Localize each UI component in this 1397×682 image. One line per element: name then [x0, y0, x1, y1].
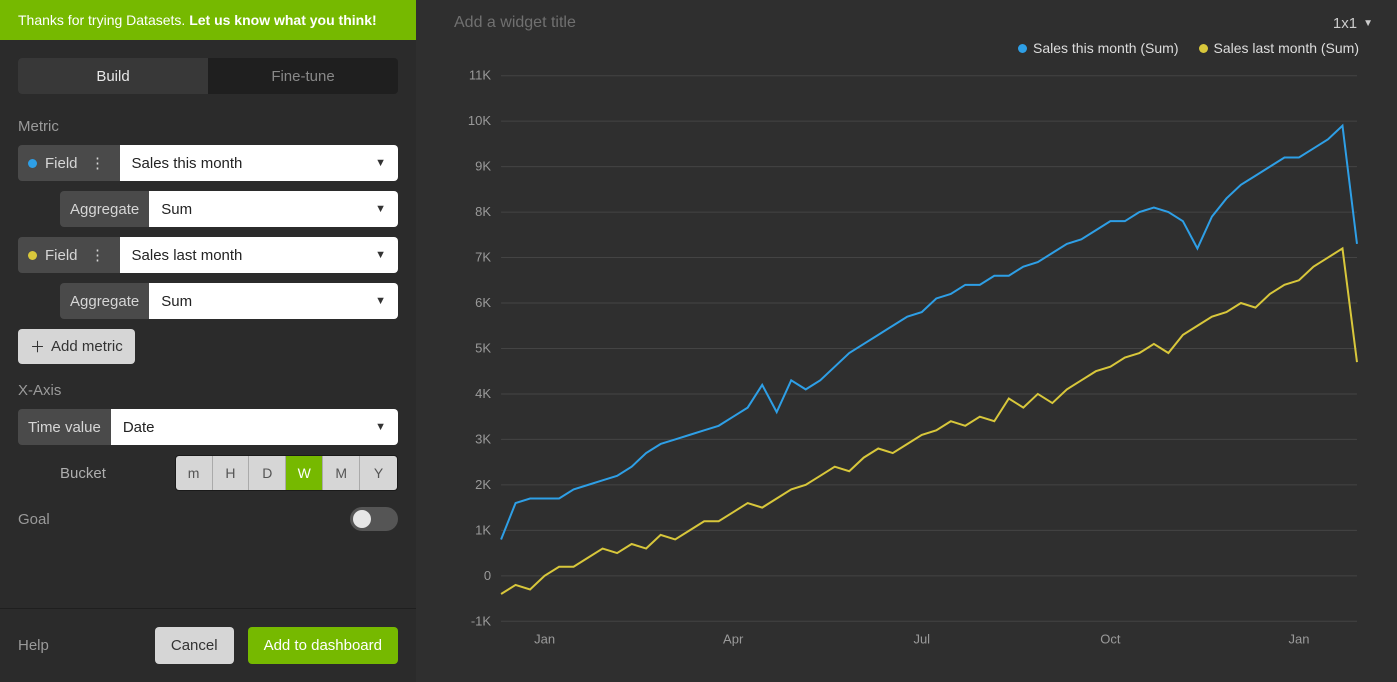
widget-size-value: 1x1 [1333, 15, 1357, 32]
metric-1-aggregate-value: Sum [161, 201, 192, 218]
widget-title-input[interactable]: Add a widget title [454, 14, 576, 32]
chevron-down-icon: ▼ [375, 295, 386, 307]
xaxis-field-value: Date [123, 419, 155, 436]
svg-text:5K: 5K [475, 340, 491, 355]
aggregate-tag: Aggregate [60, 191, 149, 227]
chevron-down-icon: ▼ [375, 421, 386, 433]
svg-text:Oct: Oct [1100, 631, 1121, 646]
legend-label: Sales last month (Sum) [1214, 40, 1360, 56]
chevron-down-icon: ▼ [375, 249, 386, 261]
cancel-button[interactable]: Cancel [155, 627, 234, 664]
banner-text: Thanks for trying Datasets. [18, 12, 189, 28]
svg-text:4K: 4K [475, 386, 491, 401]
svg-text:3K: 3K [475, 431, 491, 446]
tab-finetune[interactable]: Fine-tune [208, 58, 398, 94]
metric-section-label: Metric [18, 118, 398, 135]
metric-2-aggregate-value: Sum [161, 293, 192, 310]
more-icon[interactable]: ⋮ [86, 154, 110, 172]
aggregate-tag: Aggregate [60, 283, 149, 319]
plus-icon: ＋ [30, 336, 45, 357]
xaxis-field-select[interactable]: Date ▼ [111, 409, 398, 445]
legend-label: Sales this month (Sum) [1033, 40, 1179, 56]
help-link[interactable]: Help [18, 637, 49, 654]
metric-2-field-row: Field ⋮ Sales last month ▼ [18, 237, 398, 273]
chart-legend: Sales this month (Sum) Sales last month (… [416, 40, 1397, 60]
chevron-down-icon: ▼ [375, 157, 386, 169]
legend-swatch [1199, 44, 1208, 53]
svg-text:6K: 6K [475, 295, 491, 310]
xaxis-section-label: X-Axis [18, 382, 398, 399]
bucket-option-m[interactable]: m [176, 456, 213, 490]
metric-2-field-value: Sales last month [132, 247, 243, 264]
svg-text:Jan: Jan [1288, 631, 1309, 646]
legend-item: Sales last month (Sum) [1199, 40, 1360, 56]
goal-row: Goal [18, 507, 398, 531]
svg-text:Jan: Jan [534, 631, 555, 646]
svg-text:7K: 7K [475, 250, 491, 265]
svg-text:0: 0 [484, 568, 491, 583]
metric-1-field-row: Field ⋮ Sales this month ▼ [18, 145, 398, 181]
time-value-tag: Time value [18, 409, 111, 445]
svg-text:Apr: Apr [723, 631, 744, 646]
metric-1-aggregate-select[interactable]: Sum ▼ [149, 191, 398, 227]
toggle-knob [353, 510, 371, 528]
metric-1-field-select[interactable]: Sales this month ▼ [120, 145, 398, 181]
metric-1-aggregate-row: Aggregate Sum ▼ [18, 191, 398, 227]
metric-2-field-select[interactable]: Sales last month ▼ [120, 237, 398, 273]
metric-1-field-value: Sales this month [132, 155, 243, 172]
bucket-option-W[interactable]: W [286, 456, 323, 490]
svg-text:1K: 1K [475, 522, 491, 537]
metric-2-color-dot [28, 251, 37, 260]
add-metric-label: Add metric [51, 338, 123, 355]
svg-text:9K: 9K [475, 159, 491, 174]
sidebar-footer: Help Cancel Add to dashboard [0, 608, 416, 682]
metric-1-field-tag[interactable]: Field ⋮ [18, 145, 120, 181]
bucket-option-Y[interactable]: Y [360, 456, 397, 490]
field-label: Field [45, 155, 78, 172]
bucket-option-H[interactable]: H [213, 456, 250, 490]
line-chart: -1K 0 1K 2K 3K 4K 5K 6K 7K 8K 9K 10K 11K Jan Apr Jul Oct… [446, 60, 1367, 662]
svg-text:11K: 11K [469, 68, 491, 83]
chevron-down-icon: ▼ [1363, 18, 1373, 29]
banner-link[interactable]: Let us know what you think! [189, 12, 376, 28]
metric-1-color-dot [28, 159, 37, 168]
svg-text:2K: 2K [475, 477, 491, 492]
chart-panel: Add a widget title 1x1 ▼ Sales this mont… [416, 0, 1397, 682]
more-icon[interactable]: ⋮ [86, 246, 110, 264]
metric-2-field-tag[interactable]: Field ⋮ [18, 237, 120, 273]
legend-item: Sales this month (Sum) [1018, 40, 1179, 56]
svg-text:-1K: -1K [471, 613, 492, 628]
xaxis-field-row: Time value Date ▼ [18, 409, 398, 445]
add-to-dashboard-button[interactable]: Add to dashboard [248, 627, 398, 664]
aggregate-label: Aggregate [70, 293, 139, 310]
chart-area: -1K 0 1K 2K 3K 4K 5K 6K 7K 8K 9K 10K 11K Jan Apr Jul Oct… [416, 60, 1397, 682]
metric-2-aggregate-row: Aggregate Sum ▼ [18, 283, 398, 319]
bucket-row: Bucket mHDWMY [18, 455, 398, 491]
tab-build[interactable]: Build [18, 58, 208, 94]
bucket-option-D[interactable]: D [249, 456, 286, 490]
svg-text:Jul: Jul [913, 631, 930, 646]
legend-swatch [1018, 44, 1027, 53]
add-metric-button[interactable]: ＋ Add metric [18, 329, 135, 364]
aggregate-label: Aggregate [70, 201, 139, 218]
field-label: Field [45, 247, 78, 264]
bucket-option-M[interactable]: M [323, 456, 360, 490]
bucket-segmented: mHDWMY [175, 455, 398, 491]
series-line [501, 126, 1357, 540]
series-line [501, 248, 1357, 594]
goal-label: Goal [18, 511, 50, 528]
chevron-down-icon: ▼ [375, 203, 386, 215]
goal-toggle[interactable] [350, 507, 398, 531]
mode-tabs: Build Fine-tune [18, 58, 398, 94]
config-sidebar: Thanks for trying Datasets. Let us know … [0, 0, 416, 682]
widget-header: Add a widget title 1x1 ▼ [416, 0, 1397, 40]
time-value-label: Time value [28, 419, 101, 436]
svg-text:8K: 8K [475, 204, 491, 219]
metric-2-aggregate-select[interactable]: Sum ▼ [149, 283, 398, 319]
svg-text:10K: 10K [468, 113, 491, 128]
bucket-label: Bucket [60, 465, 175, 482]
widget-size-select[interactable]: 1x1 ▼ [1333, 15, 1373, 32]
feedback-banner[interactable]: Thanks for trying Datasets. Let us know … [0, 0, 416, 40]
